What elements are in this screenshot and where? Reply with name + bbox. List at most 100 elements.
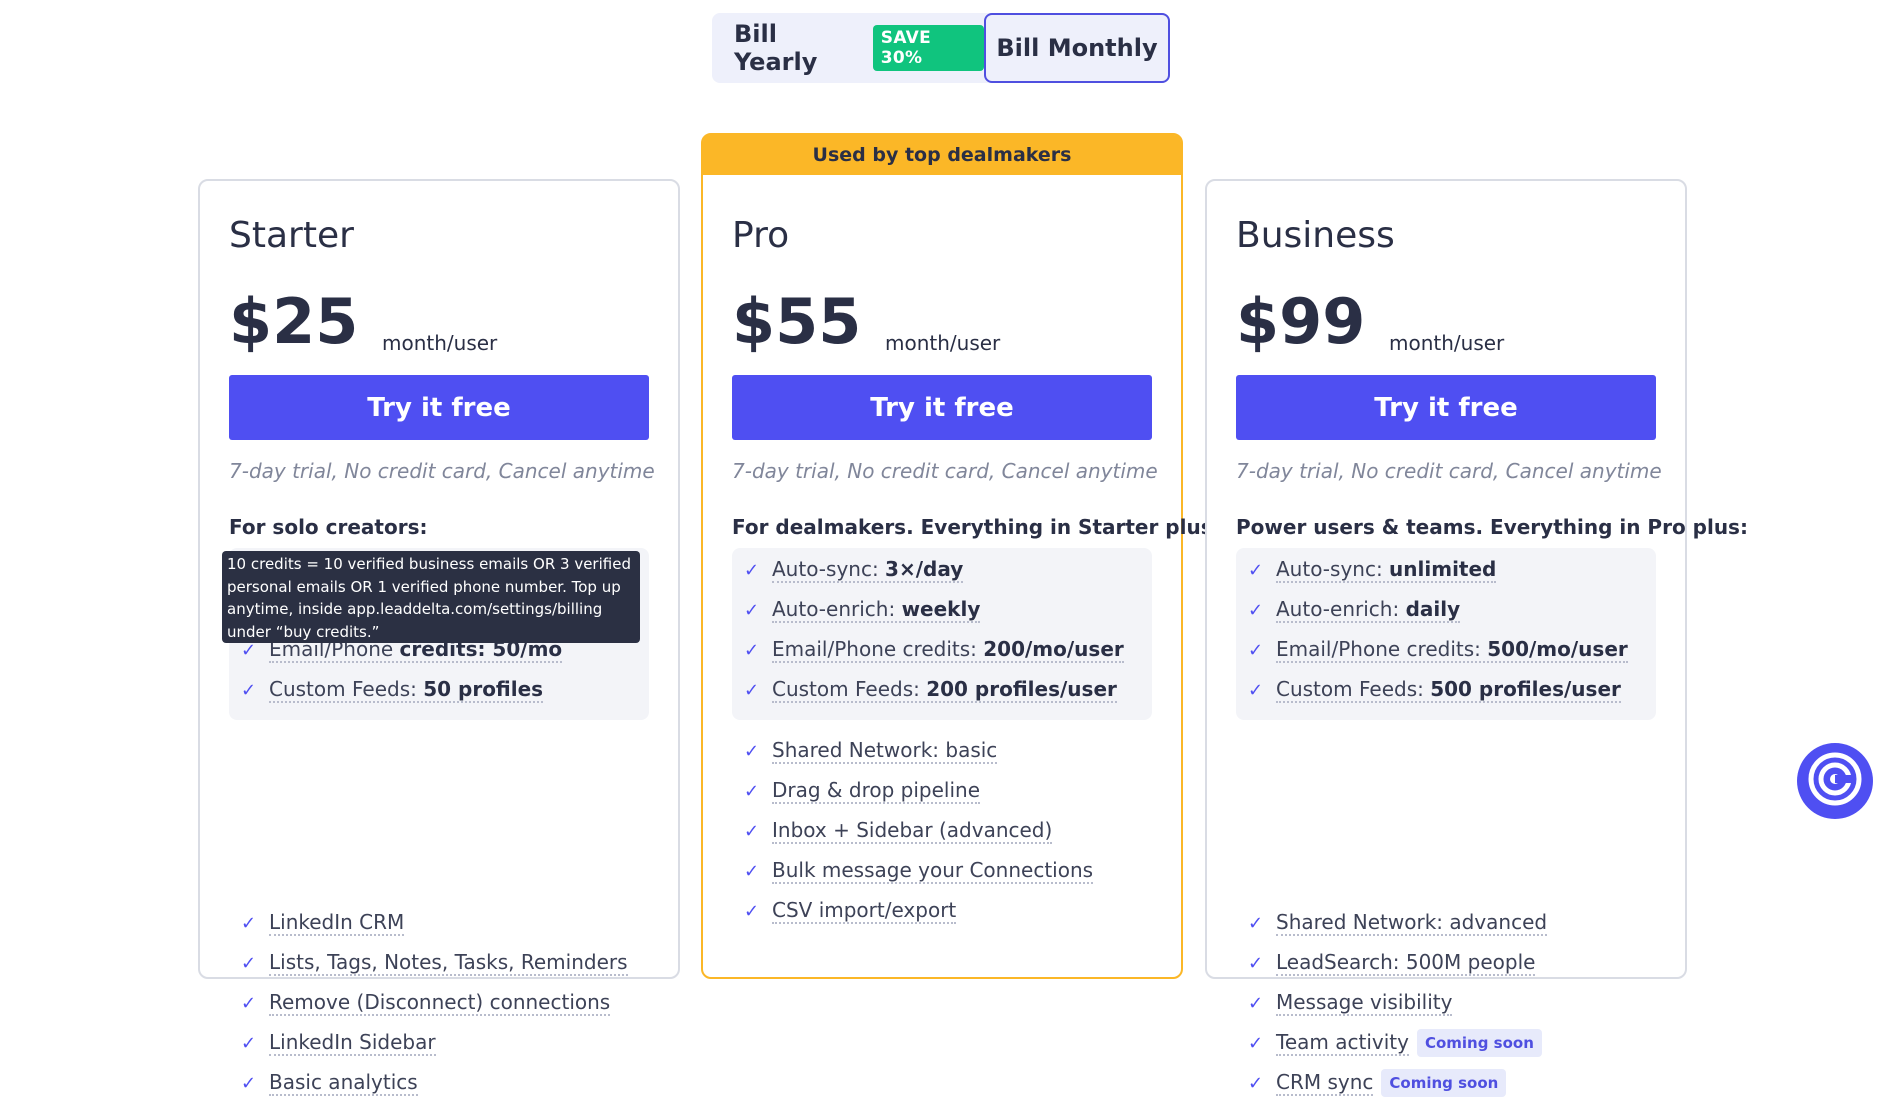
highlight-value: 500 profiles/user [1430, 677, 1621, 701]
chat-spiral-icon [1807, 751, 1863, 811]
highlight-label: Custom Feeds: [269, 677, 424, 701]
check-icon: ✓ [1248, 679, 1264, 701]
check-icon: ✓ [1248, 599, 1264, 621]
highlight-value: 500/mo/user [1487, 637, 1628, 661]
save-badge: SAVE 30% [872, 25, 984, 71]
feature-item[interactable]: ✓ LinkedIn CRM [241, 908, 405, 938]
check-icon: ✓ [241, 1072, 257, 1094]
feature-item[interactable]: ✓ LinkedIn Sidebar [241, 1028, 436, 1058]
try-free-button[interactable]: Try it free [1236, 375, 1656, 440]
plan-name: Pro [732, 215, 790, 256]
check-icon: ✓ [744, 599, 760, 621]
feature-label: Basic analytics [269, 1070, 418, 1096]
highlight-item[interactable]: ✓ Custom Feeds: 200 profiles/user [744, 675, 1117, 705]
check-icon: ✓ [241, 679, 257, 701]
highlight-item[interactable]: ✓ Custom Feeds: 50 profiles [241, 675, 544, 705]
check-icon: ✓ [241, 912, 257, 934]
check-icon: ✓ [744, 740, 760, 762]
feature-label: Lists, Tags, Notes, Tasks, Reminders [269, 950, 628, 976]
check-icon: ✓ [241, 952, 257, 974]
plan-name: Business [1236, 215, 1395, 256]
highlight-item[interactable]: ✓ Auto-sync: 3×/day [744, 555, 964, 585]
feature-label: Remove (Disconnect) connections [269, 990, 611, 1016]
chat-widget-button[interactable] [1797, 743, 1873, 819]
plan-audience: For solo creators: [229, 515, 428, 539]
check-icon: ✓ [1248, 639, 1264, 661]
feature-label: Drag & drop pipeline [772, 778, 980, 804]
feature-label: Shared Network: advanced [1276, 910, 1548, 936]
highlight-label: Auto-enrich: [1276, 597, 1406, 621]
highlight-value: 200/mo/user [983, 637, 1124, 661]
feature-item[interactable]: ✓ Remove (Disconnect) connections [241, 988, 611, 1018]
feature-item[interactable]: ✓ CSV import/export [744, 896, 957, 926]
try-free-button[interactable]: Try it free [229, 375, 649, 440]
feature-item[interactable]: ✓ Basic analytics [241, 1068, 418, 1098]
feature-label: Bulk message your Connections [772, 858, 1094, 884]
trial-note: 7-day trial, No credit card, Cancel anyt… [1236, 459, 1662, 483]
feature-item[interactable]: ✓ Message visibility [1248, 988, 1453, 1018]
check-icon: ✓ [1248, 559, 1264, 581]
bill-monthly-option[interactable]: Bill Monthly [984, 13, 1170, 83]
plan-price: $25 [229, 285, 359, 358]
check-icon: ✓ [744, 860, 760, 882]
plan-ribbon: Used by top dealmakers [703, 135, 1181, 175]
coming-soon-badge: Coming soon [1416, 1029, 1542, 1057]
feature-label: LinkedIn Sidebar [269, 1030, 436, 1056]
plan-price: $99 [1236, 285, 1366, 358]
feature-item[interactable]: ✓ Inbox + Sidebar (advanced) [744, 816, 1053, 846]
plan-period: month/user [885, 331, 1001, 355]
feature-label: Inbox + Sidebar (advanced) [772, 818, 1053, 844]
highlight-label: Custom Feeds: [1276, 677, 1431, 701]
trial-note: 7-day trial, No credit card, Cancel anyt… [732, 459, 1158, 483]
highlight-value: 50 profiles [423, 677, 544, 701]
highlight-value: unlimited [1389, 557, 1497, 581]
highlight-value: 3×/day [885, 557, 964, 581]
feature-item[interactable]: ✓ Shared Network: advanced [1248, 908, 1548, 938]
feature-label: Shared Network: basic [772, 738, 998, 764]
bill-monthly-label: Bill Monthly [996, 34, 1158, 62]
highlight-item[interactable]: ✓ Email/Phone credits: 200/mo/user [744, 635, 1124, 665]
plan-audience: Power users & teams. Everything in Pro p… [1236, 515, 1748, 539]
check-icon: ✓ [744, 780, 760, 802]
check-icon: ✓ [744, 679, 760, 701]
feature-item[interactable]: ✓ Bulk message your Connections [744, 856, 1094, 886]
check-icon: ✓ [241, 1032, 257, 1054]
bill-yearly-label: Bill Yearly [734, 20, 818, 76]
bill-yearly-option[interactable]: Bill Yearly SAVE 30% [712, 13, 984, 83]
highlight-item[interactable]: ✓ Email/Phone credits: 500/mo/user [1248, 635, 1628, 665]
feature-item[interactable]: ✓ LeadSearch: 500M people [1248, 948, 1536, 978]
check-icon: ✓ [1248, 912, 1264, 934]
highlight-item[interactable]: ✓ Auto-sync: unlimited [1248, 555, 1497, 585]
highlight-label: Auto-sync: [1276, 557, 1390, 581]
check-icon: ✓ [744, 900, 760, 922]
plan-period: month/user [382, 331, 498, 355]
check-icon: ✓ [744, 820, 760, 842]
check-icon: ✓ [241, 992, 257, 1014]
trial-note: 7-day trial, No credit card, Cancel anyt… [229, 459, 655, 483]
highlight-item[interactable]: ✓ Auto-enrich: daily [1248, 595, 1461, 625]
highlight-item[interactable]: ✓ Auto-enrich: weekly [744, 595, 981, 625]
feature-item[interactable]: ✓ Shared Network: basic [744, 736, 998, 766]
feature-item[interactable]: ✓ Team activity Coming soon [1248, 1028, 1542, 1058]
highlight-label: Auto-sync: [772, 557, 886, 581]
check-icon: ✓ [1248, 992, 1264, 1014]
billing-toggle: Bill Yearly SAVE 30% Bill Monthly [712, 13, 1170, 83]
feature-label: LeadSearch: 500M people [1276, 950, 1536, 976]
highlight-item[interactable]: ✓ Custom Feeds: 500 profiles/user [1248, 675, 1621, 705]
highlight-value: daily [1405, 597, 1461, 621]
highlight-box: ✓ Auto-sync: unlimited ✓ Auto-enrich: da… [1236, 548, 1656, 720]
feature-item[interactable]: ✓ CRM sync Coming soon [1248, 1068, 1507, 1098]
try-free-button[interactable]: Try it free [732, 375, 1152, 440]
highlight-label: Email/Phone credits: [772, 637, 984, 661]
feature-label: Message visibility [1276, 990, 1453, 1016]
plan-card-pro: Used by top dealmakers Pro $55 month/use… [701, 133, 1221, 979]
feature-item[interactable]: ✓ Drag & drop pipeline [744, 776, 980, 806]
highlight-label: Auto-enrich: [772, 597, 902, 621]
highlight-value: weekly [901, 597, 981, 621]
highlight-label: Email/Phone credits: [1276, 637, 1488, 661]
plan-price: $55 [732, 285, 862, 358]
check-icon: ✓ [744, 559, 760, 581]
feature-item[interactable]: ✓ Lists, Tags, Notes, Tasks, Reminders [241, 948, 628, 978]
feature-label: CRM sync [1276, 1070, 1374, 1096]
check-icon: ✓ [1248, 1072, 1264, 1094]
